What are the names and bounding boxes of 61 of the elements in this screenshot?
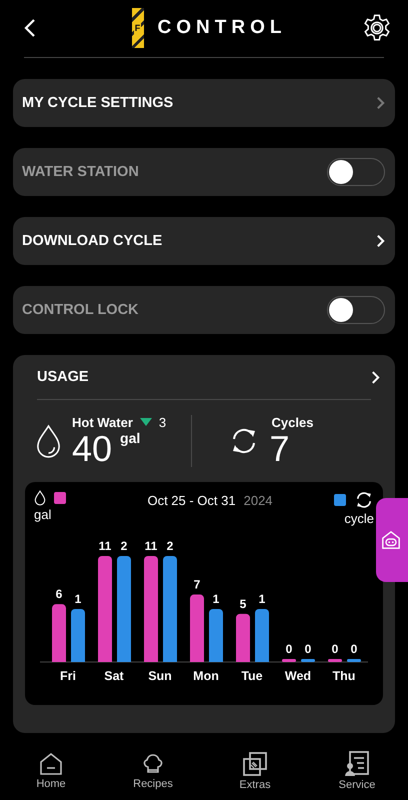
baseline-stub [301, 659, 315, 662]
value-label: 6 [56, 587, 62, 602]
baseline-stub [328, 659, 342, 662]
change-value: 3 [158, 414, 166, 430]
chef-hat-icon [141, 752, 165, 776]
chevron-icon[interactable] [371, 370, 380, 384]
back-icon[interactable] [24, 18, 36, 38]
toggle-switch[interactable] [327, 158, 385, 186]
nav-tab[interactable]: Recipes [113, 752, 193, 790]
chat-house-icon [381, 530, 401, 550]
baseline-stub [347, 659, 361, 662]
value-label: 0 [304, 642, 312, 656]
nav-tab[interactable]: Extras [215, 751, 295, 791]
axis-label: Sat [104, 669, 124, 683]
row-label: CONTROL LOCK [22, 302, 139, 318]
value-label: 11 [98, 539, 112, 553]
row-label: DOWNLOAD CYCLE [22, 233, 162, 249]
home-icon [39, 752, 63, 776]
nav-tab[interactable]: Service [317, 751, 397, 791]
value-label: 5 [240, 596, 246, 611]
axis-label: Sun [148, 669, 172, 683]
page-title: CONTROL [158, 17, 286, 39]
settings-icon[interactable] [362, 13, 392, 43]
value-label: 0 [332, 642, 338, 656]
row-label: MY CYCLE SETTINGS [22, 95, 174, 111]
value-label: 0 [286, 642, 292, 656]
stat-value: 7 [270, 430, 290, 468]
overlapping-squares-icon [242, 751, 268, 777]
nav-tab[interactable]: Home [11, 752, 91, 790]
axis-label: Mon [193, 669, 219, 683]
value-label: 7 [194, 578, 200, 592]
axis-label: Fri [60, 669, 76, 683]
axis-label: Thu [332, 669, 356, 683]
water-drop-icon [35, 424, 62, 458]
value-label: 0 [350, 642, 358, 656]
logo: F [132, 8, 144, 48]
row-label: WATER STATION [22, 164, 139, 180]
stat-value: 40 [72, 430, 112, 468]
section-title: USAGE [37, 369, 89, 385]
legend-label: cycle [344, 511, 374, 526]
value-label: 2 [120, 539, 128, 553]
toggle-switch[interactable] [327, 296, 385, 324]
value-label: 1 [74, 592, 82, 606]
menu-row[interactable]: DOWNLOAD CYCLE [13, 217, 395, 265]
unit-label: gal [120, 430, 140, 446]
legend-label: gal [34, 507, 52, 522]
value-label: 2 [166, 539, 174, 553]
water-drop-icon [34, 490, 46, 506]
value-label: 1 [212, 592, 220, 606]
axis-label: Wed [284, 669, 312, 683]
stat-label: Hot Water [72, 414, 133, 430]
assistant-tab[interactable] [376, 498, 408, 582]
date-range: Oct 25 - Oct 31 [147, 493, 236, 508]
refresh-icon [354, 490, 374, 510]
stat-label: Cycles [272, 414, 314, 430]
axis-label: Tue [241, 669, 263, 683]
document-person-icon [344, 751, 370, 777]
baseline-stub [282, 659, 296, 662]
value-label: 11 [144, 539, 158, 553]
value-label: 1 [258, 592, 266, 606]
year-label: 2024 [244, 493, 273, 508]
